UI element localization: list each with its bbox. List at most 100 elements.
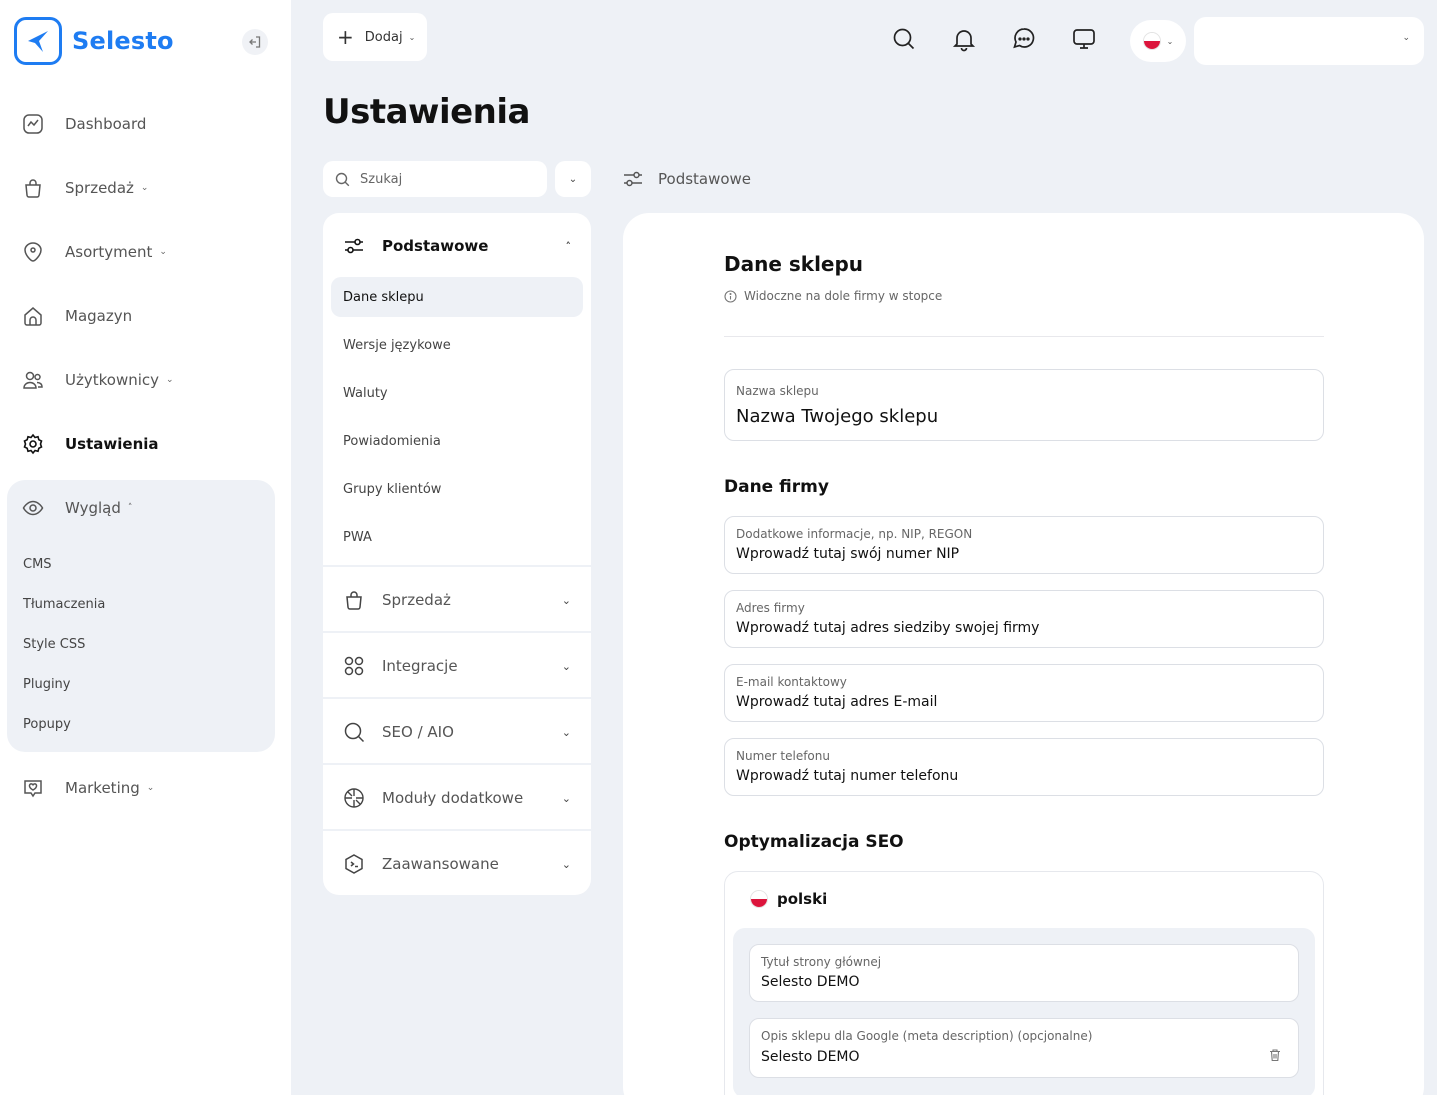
page-title: Ustawienia <box>323 92 530 132</box>
add-label: Dodaj <box>364 29 403 45</box>
section-modules[interactable]: Moduły dodatkowe ⌄ <box>323 765 591 831</box>
company-heading: Dane firmy <box>724 477 829 497</box>
chevron-down-icon: ⌄ <box>1402 33 1410 43</box>
chevron-down-icon: ⌄ <box>561 593 571 607</box>
sidebar: Selesto Dashboard Sprzedaż ⌄ Asortyment … <box>0 0 291 1095</box>
field-value: Selesto DEMO <box>761 974 860 990</box>
heart-chat-icon <box>24 780 42 798</box>
seo-language: polski <box>750 890 827 908</box>
sidebar-item-dashboard[interactable]: Dashboard <box>22 112 146 136</box>
field-value: Wprowadź tutaj numer telefonu <box>736 768 959 784</box>
tag-icon <box>24 242 42 262</box>
section-label: Moduły dodatkowe <box>382 789 524 807</box>
home-icon <box>24 307 42 326</box>
sidebar-item-label: Sprzedaż <box>65 179 134 197</box>
sidebar-item-sales[interactable]: Sprzedaż ⌄ <box>22 176 148 200</box>
chevron-down-icon: ⌄ <box>159 247 167 257</box>
section-seo[interactable]: SEO / AIO ⌄ <box>323 699 591 765</box>
section-label: Podstawowe <box>382 237 489 255</box>
chart-icon <box>23 114 43 134</box>
section-sales[interactable]: Sprzedaż ⌄ <box>323 567 591 633</box>
eye-icon <box>22 500 44 516</box>
section-label: Zaawansowane <box>382 855 499 873</box>
seo-fields: Tytuł strony głównej Selesto DEMO Opis s… <box>733 928 1315 1095</box>
settings-content: Dane sklepu Widoczne na dole firmy w sto… <box>623 213 1424 1095</box>
brand-name: Selesto <box>72 27 174 55</box>
breadcrumb: Podstawowe <box>622 168 751 190</box>
chevron-down-icon: ⌄ <box>146 783 155 793</box>
double-chevron-down-icon: ⌄ <box>568 173 578 185</box>
selesto-logo-icon <box>14 17 62 65</box>
account-select[interactable]: ⌄ <box>1194 17 1424 65</box>
section-basic[interactable]: Podstawowe ˄ <box>323 213 591 279</box>
sidebar-item-appearance[interactable]: Wygląd ˄ <box>22 496 132 520</box>
field-label: Adres firmy <box>736 601 805 615</box>
chevron-down-icon: ⌄ <box>140 183 149 193</box>
chevron-down-icon: ⌄ <box>166 375 174 385</box>
add-button[interactable]: + Dodaj ⌄ <box>323 13 427 61</box>
language-selector[interactable]: ⌄ <box>1130 20 1186 62</box>
chevron-down-icon: ⌄ <box>561 857 571 871</box>
subitem-currencies[interactable]: Waluty <box>331 373 583 413</box>
info-icon <box>724 289 737 303</box>
subitem-customer-groups[interactable]: Grupy klientów <box>331 469 583 509</box>
chevron-up-icon: ˄ <box>565 239 572 253</box>
subitem-notifications[interactable]: Powiadomienia <box>331 421 583 461</box>
section-label: SEO / AIO <box>382 723 454 741</box>
sidebar-item-users[interactable]: Użytkownicy ⌄ <box>22 368 174 392</box>
trash-icon[interactable] <box>1268 1048 1282 1062</box>
sidebar-item-settings[interactable]: Ustawienia <box>22 432 159 456</box>
sidebar-subitem-cms[interactable]: CMS <box>23 557 52 572</box>
settings-search[interactable] <box>323 161 547 197</box>
seo-heading: Optymalizacja SEO <box>724 832 904 852</box>
sidebar-item-label: Magazyn <box>65 307 133 325</box>
company-address-field[interactable]: Adres firmy Wprowadź tutaj adres siedzib… <box>724 590 1324 648</box>
sidebar-item-warehouse[interactable]: Magazyn <box>22 304 132 328</box>
expand-all-button[interactable]: ⌄ <box>555 161 591 197</box>
grid-icon <box>344 656 364 676</box>
breadcrumb-label: Podstawowe <box>658 170 752 188</box>
homepage-title-field[interactable]: Tytuł strony głównej Selesto DEMO <box>749 944 1299 1002</box>
field-label: Tytuł strony głównej <box>761 955 882 969</box>
search-input[interactable] <box>360 171 530 187</box>
subitem-pwa[interactable]: PWA <box>331 517 583 557</box>
search-icon[interactable] <box>891 26 917 52</box>
hint-text: Widoczne na dole firmy w stopce <box>744 289 943 303</box>
section-label: Sprzedaż <box>382 591 451 609</box>
collapse-icon <box>249 36 261 48</box>
tax-id-field[interactable]: Dodatkowe informacje, np. NIP, REGON Wpr… <box>724 516 1324 574</box>
field-label: Dodatkowe informacje, np. NIP, REGON <box>736 527 973 541</box>
sidebar-subitem-css[interactable]: Style CSS <box>23 637 85 652</box>
subitem-shop-data[interactable]: Dane sklepu <box>331 277 583 317</box>
shop-name-field[interactable]: Nazwa sklepu Nazwa Twojego sklepu <box>724 369 1324 441</box>
chat-icon[interactable] <box>1011 26 1037 52</box>
sidebar-subitem-popups[interactable]: Popupy <box>23 717 71 732</box>
sidebar-item-label: Wygląd <box>65 499 121 517</box>
sidebar-item-marketing[interactable]: Marketing ⌄ <box>22 776 154 800</box>
aperture-icon <box>344 788 364 808</box>
field-value: Wprowadź tutaj swój numer NIP <box>736 546 960 562</box>
bell-icon[interactable] <box>951 26 977 52</box>
field-label: Numer telefonu <box>736 749 830 763</box>
contact-email-field[interactable]: E-mail kontaktowy Wprowadź tutaj adres E… <box>724 664 1324 722</box>
sidebar-item-label: Marketing <box>65 779 140 797</box>
phone-field[interactable]: Numer telefonu Wprowadź tutaj numer tele… <box>724 738 1324 796</box>
logo[interactable]: Selesto <box>14 17 174 65</box>
chevron-down-icon: ⌄ <box>561 725 571 739</box>
chevron-down-icon: ⌄ <box>408 32 416 42</box>
sidebar-subitem-plugins[interactable]: Pluginy <box>23 677 71 692</box>
meta-description-field[interactable]: Opis sklepu dla Google (meta description… <box>749 1018 1299 1078</box>
section-advanced[interactable]: Zaawansowane ⌄ <box>323 831 591 895</box>
collapse-sidebar-button[interactable] <box>242 29 268 55</box>
sidebar-subitem-translations[interactable]: Tłumaczenia <box>23 597 105 612</box>
sidebar-item-label: Dashboard <box>65 115 147 133</box>
users-icon <box>23 371 43 389</box>
sidebar-item-label: Ustawienia <box>65 435 159 453</box>
field-value: Wprowadź tutaj adres siedziby swojej fir… <box>736 620 1040 636</box>
section-integrations[interactable]: Integracje ⌄ <box>323 633 591 699</box>
bag-icon <box>25 179 41 198</box>
subitem-languages[interactable]: Wersje językowe <box>331 325 583 365</box>
sidebar-item-assortment[interactable]: Asortyment ⌄ <box>22 240 167 264</box>
plus-icon: + <box>337 25 354 49</box>
monitor-icon[interactable] <box>1071 26 1097 52</box>
